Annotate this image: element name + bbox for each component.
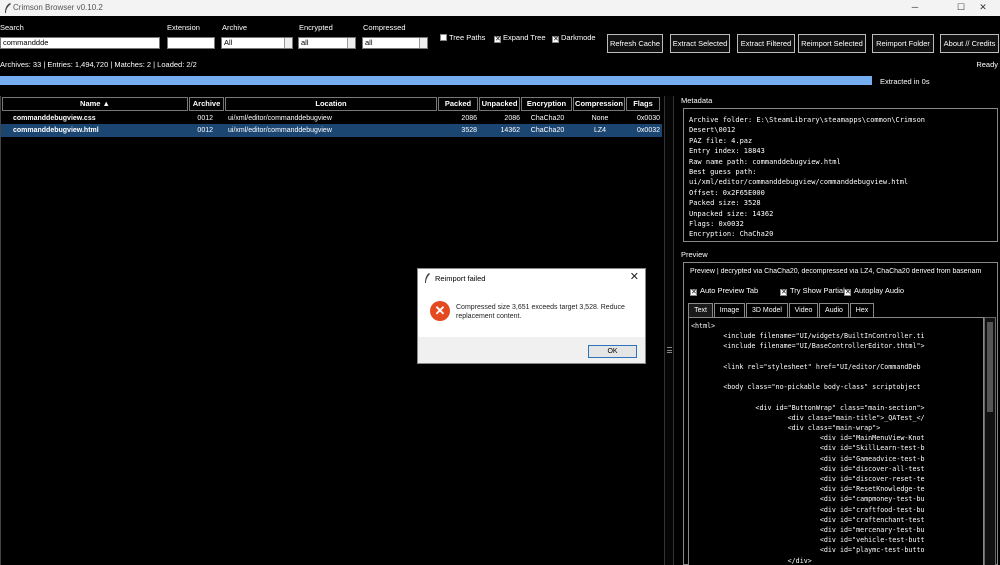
tab-text[interactable]: Text (688, 303, 713, 317)
extension-label: Extension (167, 23, 200, 32)
compressed-select[interactable]: all (362, 37, 428, 49)
preview-info: Preview | decrypted via ChaCha20, decomp… (690, 268, 982, 275)
search-input[interactable]: commanddde (0, 37, 160, 49)
column-header-unpacked[interactable]: Unpacked (479, 97, 520, 111)
preview-scrollbar[interactable] (984, 317, 996, 565)
progress-text: Extracted in 0s (880, 77, 930, 86)
search-label: Search (0, 23, 24, 32)
tab-image[interactable]: Image (714, 303, 745, 317)
darkmode-checkbox[interactable]: ✕ Darkmode (552, 33, 596, 43)
archive-select-value: All (224, 38, 233, 47)
about-credits-button[interactable]: About // Credits (940, 34, 999, 53)
stats-text: Archives: 33 | Entries: 1,494,720 | Matc… (0, 60, 197, 69)
feather-icon (425, 273, 430, 283)
window-titlebar: Crimson Browser v0.10.2 ─ ☐ ✕ (0, 0, 1000, 16)
column-header-archive[interactable]: Archive (189, 97, 224, 111)
extension-input[interactable] (167, 37, 215, 49)
darkmode-label: Darkmode (561, 33, 596, 42)
feather-icon (5, 3, 11, 13)
cell-name: commanddebugview.html (13, 127, 99, 134)
tab-hex[interactable]: Hex (850, 303, 874, 317)
pane-splitter[interactable] (664, 96, 674, 565)
try-show-partial-label: Try Show Partial (790, 286, 845, 295)
checkbox-box (440, 34, 447, 41)
tab-3d-model[interactable]: 3D Model (746, 303, 788, 317)
cell-unpacked: 14362 (500, 127, 520, 134)
cell-archive: 0012 (197, 127, 213, 134)
column-header-compression[interactable]: Compression (573, 97, 625, 111)
tab-audio[interactable]: Audio (819, 303, 849, 317)
autoplay-audio-label: Autoplay Audio (854, 286, 905, 295)
auto-preview-tab-checkbox[interactable]: ✕ Auto Preview Tab (690, 286, 758, 296)
dialog-body: ✕ Compressed size 3,651 exceeds target 3… (418, 287, 645, 337)
ok-button[interactable]: OK (588, 345, 637, 358)
close-icon[interactable]: ✕ (966, 0, 1000, 16)
tab-video[interactable]: Video (789, 303, 818, 317)
compressed-label: Compressed (363, 23, 406, 32)
close-icon[interactable]: ✕ (630, 271, 639, 283)
check-icon: ✕ (780, 289, 787, 296)
cell-location: ui/xml/editor/commanddebugview (228, 127, 332, 134)
preview-panel: Preview | decrypted via ChaCha20, decomp… (683, 262, 998, 565)
autoplay-audio-checkbox[interactable]: ✕ Autoplay Audio (844, 286, 904, 296)
preview-label: Preview (681, 250, 708, 259)
code-preview[interactable]: <html> <include filename="UI/widgets/Bui… (688, 317, 984, 565)
column-header-packed[interactable]: Packed (438, 97, 478, 111)
tree-paths-checkbox[interactable]: Tree Paths (440, 33, 485, 42)
expand-tree-label: Expand Tree (503, 33, 546, 42)
cell-encryption: ChaCha20 (530, 127, 565, 134)
ready-status: Ready (976, 60, 998, 69)
dialog-title: Reimport failed (435, 274, 486, 283)
table-row[interactable]: commanddebugview.html 0012 ui/xml/editor… (1, 124, 662, 137)
check-icon: ✕ (690, 289, 697, 296)
scrollbar-thumb[interactable] (987, 322, 993, 412)
dialog-message: Compressed size 3,651 exceeds target 3,5… (456, 304, 625, 320)
minimize-icon[interactable]: ─ (898, 0, 932, 16)
reimport-failed-dialog: Reimport failed ✕ ✕ Compressed size 3,65… (417, 268, 646, 364)
cell-flags: 0x0032 (637, 127, 660, 134)
reimport-folder-button[interactable]: Reimport Folder (872, 34, 934, 53)
column-header-location[interactable]: Location (225, 97, 437, 111)
encrypted-select[interactable]: all (298, 37, 356, 49)
auto-preview-tab-label: Auto Preview Tab (700, 286, 759, 295)
chevron-down-icon (419, 38, 427, 48)
metadata-label: Metadata (681, 96, 713, 105)
chevron-down-icon (284, 38, 292, 48)
progress-bar (0, 76, 872, 85)
check-icon: ✕ (494, 36, 501, 43)
cell-packed: 3528 (461, 127, 477, 134)
error-icon: ✕ (430, 301, 450, 321)
archive-select[interactable]: All (221, 37, 293, 49)
column-header-name[interactable]: Name ▲ (2, 97, 188, 111)
archive-label: Archive (222, 23, 248, 32)
metadata-panel[interactable]: Archive folder: E:\SteamLibrary\steamapp… (683, 108, 998, 242)
extract-selected-button[interactable]: Extract Selected (670, 34, 730, 53)
dialog-titlebar: Reimport failed ✕ (418, 269, 645, 287)
try-show-partial-checkbox[interactable]: ✕ Try Show Partial (780, 286, 845, 296)
grip-icon (667, 347, 672, 353)
check-icon: ✕ (552, 36, 559, 43)
chevron-down-icon (347, 38, 355, 48)
compressed-select-value: all (365, 38, 373, 47)
window-title: Crimson Browser v0.10.2 (13, 3, 103, 12)
extract-filtered-button[interactable]: Extract Filtered (737, 34, 795, 53)
progress-fill (0, 76, 872, 85)
expand-tree-checkbox[interactable]: ✕ Expand Tree (494, 33, 546, 43)
cell-compression: LZ4 (593, 127, 607, 134)
refresh-cache-button[interactable]: Refresh Cache (607, 34, 663, 53)
column-header-flags[interactable]: Flags (626, 97, 660, 111)
reimport-selected-button[interactable]: Reimport Selected (798, 34, 866, 53)
encrypted-select-value: all (301, 38, 309, 47)
tree-paths-label: Tree Paths (449, 33, 486, 42)
column-header-encryption[interactable]: Encryption (521, 97, 572, 111)
encrypted-label: Encrypted (299, 23, 333, 32)
check-icon: ✕ (844, 289, 851, 296)
